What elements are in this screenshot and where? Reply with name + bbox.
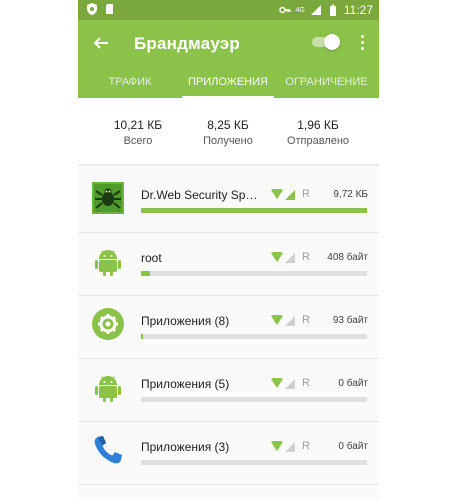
roaming-indicator: R [302, 251, 310, 263]
summary-total-value: 10,21 КБ [113, 118, 163, 132]
traffic-size: 0 байт [338, 378, 368, 389]
usage-bar [141, 271, 367, 276]
drweb-spider-icon [92, 182, 124, 214]
traffic-size: 408 байт [327, 252, 368, 263]
app-name: root [141, 251, 162, 265]
list-item[interactable]: Приложения (8) R 93 байт [78, 296, 379, 359]
summary-sent-label: Отправлено [286, 135, 350, 147]
list-item[interactable]: Приложения (5) R 0 байт [78, 359, 379, 422]
app-name: Dr.Web Security Space [141, 188, 261, 202]
traffic-size: 93 байт [332, 315, 368, 326]
android-icon [95, 250, 121, 276]
clock: 11:27 [343, 3, 373, 17]
battery-icon [329, 4, 336, 16]
usage-bar-fill [141, 334, 143, 339]
android-icon [95, 376, 121, 402]
tab-bar: ТРАФИК ПРИЛОЖЕНИЯ ОГРАНИЧЕНИЕ [78, 72, 379, 98]
app-bar: Брандмауэр ТРАФИК ПРИЛОЖЕНИЯ ОГРАНИЧЕНИЕ [78, 20, 379, 98]
wifi-cell-signal-icon [271, 378, 295, 389]
drweb-notification-icon [87, 3, 97, 15]
usage-bar [141, 208, 367, 213]
list-item[interactable]: root R 408 байт [78, 233, 379, 296]
summary-sent-value: 1,96 КБ [297, 118, 339, 132]
back-arrow-icon[interactable] [90, 32, 112, 54]
firewall-toggle[interactable] [312, 34, 340, 50]
wifi-cell-signal-icon [271, 315, 295, 326]
app-name: Приложения (3) [141, 440, 230, 454]
usage-bar-fill [141, 271, 151, 276]
tab-applications[interactable]: ПРИЛОЖЕНИЯ [182, 72, 274, 98]
roaming-indicator: R [302, 314, 310, 326]
summary-total-label: Всего [123, 135, 153, 147]
phone-screen: 4G 11:27 Брандмауэр ТРАФИК ПРИЛОЖЕНИЯ ОГ… [78, 0, 379, 500]
usage-bar [141, 397, 367, 402]
app-name: Приложения (5) [141, 377, 230, 391]
summary-total: 10,21 КБ Всего [88, 118, 188, 147]
summary-received-value: 8,25 КБ [207, 118, 249, 132]
wifi-cell-signal-icon [271, 441, 295, 452]
summary-received: 8,25 КБ Получено [178, 118, 278, 147]
overflow-menu-icon[interactable] [356, 32, 368, 52]
wifi-cell-signal-icon [271, 252, 295, 263]
tab-restrictions[interactable]: ОГРАНИЧЕНИЕ [274, 72, 379, 98]
roaming-indicator: R [302, 188, 310, 200]
roaming-indicator: R [302, 440, 310, 452]
traffic-size: 0 байт [338, 441, 368, 452]
roaming-indicator: R [302, 377, 310, 389]
phone-icon [94, 436, 122, 464]
app-name: Приложения (8) [141, 314, 230, 328]
cell-signal-icon [310, 5, 321, 15]
usage-bar-fill [141, 208, 367, 213]
traffic-summary: 10,21 КБ Всего 8,25 КБ Получено 1,96 КБ … [78, 98, 379, 164]
traffic-size: 9,72 КБ [333, 189, 368, 200]
wifi-cell-signal-icon [271, 189, 295, 200]
status-bar: 4G 11:27 [78, 0, 379, 20]
summary-sent: 1,96 КБ Отправлено [268, 118, 368, 147]
summary-received-label: Получено [203, 135, 253, 147]
settings-gear-icon [92, 308, 124, 340]
key-icon [278, 6, 291, 14]
usage-bar [141, 460, 367, 465]
toggle-knob [324, 34, 340, 50]
sd-card-icon [106, 4, 113, 14]
list-item[interactable]: Приложения (3) R 0 байт [78, 422, 379, 485]
page-title: Брандмауэр [134, 34, 240, 53]
tab-traffic[interactable]: ТРАФИК [78, 72, 182, 98]
usage-bar [141, 334, 367, 339]
network-type-label: 4G [295, 6, 305, 14]
list-item[interactable]: Dr.Web Security Space R 9,72 КБ [78, 170, 379, 233]
